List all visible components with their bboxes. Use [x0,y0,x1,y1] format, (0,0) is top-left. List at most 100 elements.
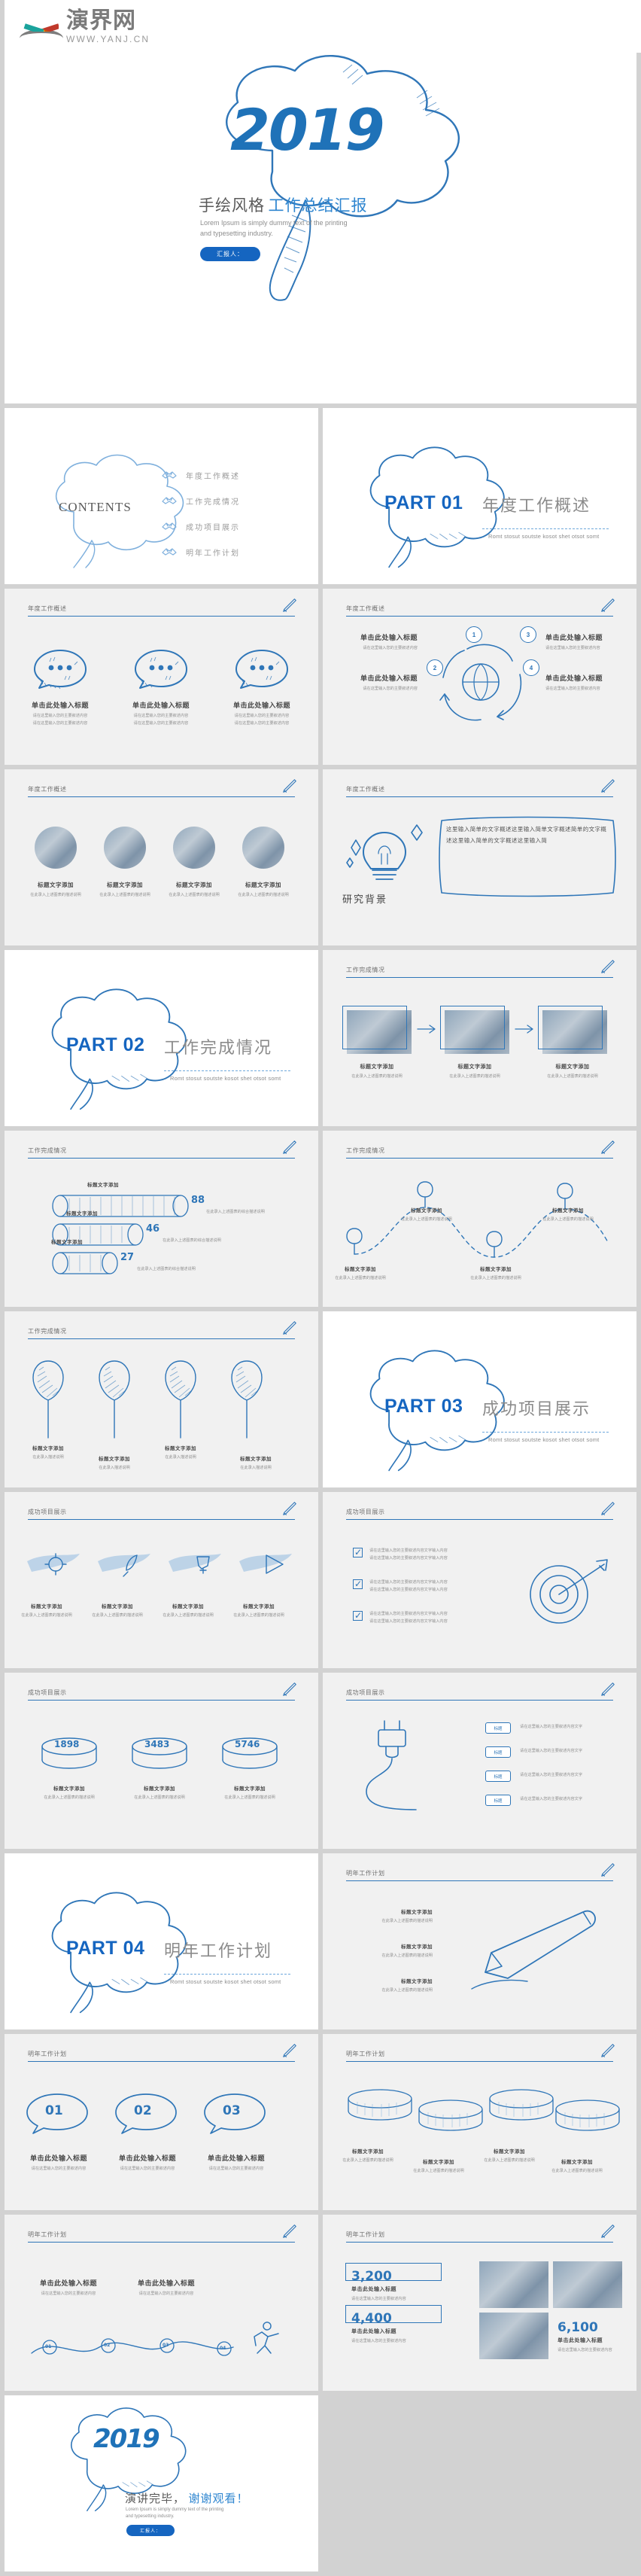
slide-part-04[interactable]: PART 04 明年工作计划 Romt stosut soutste kosot… [5,1853,318,2029]
block-line: 在此录入上述图表的描述说明 [470,1276,521,1280]
block-title: 标题文字添加 [401,1978,433,1984]
slide-cycle-diagram[interactable]: 年度工作概述 1 2 3 4 单击此处输入标题 请在这里输入您的主要叙述内容 单… [323,589,636,765]
slide-three-bubbles[interactable]: 年度工作概述 单击此处输入标题 请在这里输入您的主要叙述内容 请在这里输入您的主… [5,589,318,765]
slide-header-title: 明年工作计划 [28,2231,67,2238]
slide-header: 工作完成情况 [28,1321,296,1339]
plug-tag[interactable]: 标题 [485,1795,511,1806]
cycle-text-left: 单击此处输入标题 请在这里输入您的主要叙述内容 [335,632,418,653]
balloon-icon [165,1360,196,1439]
brush-strokes [27,1553,292,1577]
cycle-number: 4 [523,659,539,676]
slide-header: 成功项目展示 [28,1502,296,1520]
block-title: 标题文字添加 [172,1603,204,1609]
block-title: 单击此处输入标题 [360,635,418,642]
slide-research-background[interactable]: 年度工作概述 研究背景 这里输入简单的文字概述这里输入简单文字概述简单的文字概述… [323,769,636,945]
chart-value-label: 27 [120,1252,135,1263]
pencil-icon [283,1502,296,1515]
list-item[interactable]: 明年工作计划 [161,539,240,565]
slide-header: 工作完成情况 [28,1140,296,1159]
block-title: 单击此处输入标题 [118,2155,176,2163]
block-title: 单击此处输入标题 [557,2337,603,2343]
block-line: 在此录入上述图表的描述说明 [134,1795,185,1800]
plug-tag[interactable]: 标题 [485,1771,511,1782]
slide-header: 成功项目展示 [346,1502,615,1520]
slide-checklist[interactable]: 成功项目展示 请在这里输入您的主要叙述内容文字输入内容 请在这里输入您的主要叙述… [323,1492,636,1668]
part-title: 年度工作概述 [482,496,591,515]
block-line: 在此录入上述图表的描述说明 [381,1919,433,1923]
part-subtitle: Romt stosut soutste kosot shet otsot som… [488,533,600,540]
slide-header-title: 年度工作概述 [28,605,67,612]
slide-stats[interactable]: 成功项目展示 1898 3483 5746 标题文字添加 在此录入上述图表的描述… [5,1673,318,1849]
brush-caption: 标题文字添加 在此录入上述图表的描述说明 [156,1602,220,1620]
pencil-icon [601,1140,615,1154]
slide-header-title: 明年工作计划 [28,2051,67,2057]
block-title: 标题文字添加 [87,1182,119,1188]
checkbox-icon[interactable] [353,1610,363,1621]
slide-header-title: 成功项目展示 [346,1509,385,1515]
ending-presenter-button[interactable]: 汇报人： [126,2525,175,2536]
slide-big-pencil[interactable]: 明年工作计划 标题文字添加 在此录入上述图表的描述说明 标题文字添加 在此录入上… [323,1853,636,2029]
plug-tag[interactable]: 标题 [485,1746,511,1758]
stat-caption: 标题文字添加 在此录入上述图表的描述说明 [214,1784,286,1802]
line2: 请在这里输入您的主要叙述内容文字输入内容 [369,1618,448,1624]
block-title: 标题文字添加 [561,2159,593,2165]
block-line: 在此录入描述说明 [32,1455,64,1460]
big-pencil-icon [471,1910,596,1990]
slide-blank-placeholder [323,2395,636,2571]
part-label: PART 02 [66,1034,145,1055]
slide-photo-row[interactable]: 工作完成情况 标题文字添加 在此录入上述图表的描述说明 标题文字添加 在此录入上… [323,950,636,1126]
slide-cover[interactable]: 2019 手绘风格 工作总结汇报 Lorem Ipsum is simply d… [5,53,636,403]
slide-ending[interactable]: 2019 演讲完毕， 谢谢观看！ Lorem Ipsum is simply d… [5,2395,318,2571]
block-title: 标题文字添加 [245,882,281,888]
list-item[interactable]: 工作完成情况 [161,488,240,513]
slide-plug-diagram[interactable]: 成功项目展示 标题 标题 标题 标题 请在这里输入您的主要叙述内容文字 请在这里… [323,1673,636,1849]
slide-header-title: 工作完成情况 [28,1147,67,1154]
block-line: 请在这里输入您的主要叙述内容 [363,646,418,650]
photo-frame [538,1006,603,1049]
slide-big-numbers[interactable]: 明年工作计划 3,200 单击此处输入标题 请在这里输入您的主要叙述内容 4,4… [323,2215,636,2391]
slide-numbered-three[interactable]: 明年工作计划 01 02 03 单击此处输入标题 请在这里输入您的主要叙述内容 … [5,2034,318,2210]
slide-header-title: 成功项目展示 [346,1689,385,1696]
slide-balloons[interactable]: 工作完成情况 标题文字添加 在此录入描述说明 标题文字添加 在此录入描述说明 标… [5,1311,318,1487]
chart-category-label: 标题文字添加 [87,1180,119,1188]
slide-cylinders-four[interactable]: 明年工作计划 标题文字添加 在此录入上述图表的描述说明 标题文字添加 在此录入上… [323,2034,636,2210]
slide-part-01[interactable]: PART 01 年度工作概述 Romt stosut soutste kosot… [323,408,636,584]
step-number: 01 [45,2103,63,2118]
block-line: 在此录入描述说明 [165,1455,196,1460]
list-item[interactable]: 成功项目展示 [161,513,240,539]
cyl-caption: 标题文字添加 在此录入上述图表的描述说明 [336,2147,399,2165]
slide-brush-icons[interactable]: 成功项目展示 标题文字添加 在此录入上述图表的描述说明 标题文字添加 在此录入上… [5,1492,318,1668]
slide-route-map[interactable]: 工作完成情况 标题文字添加 在此录入上述图表的描述说明 标题文字添加 在此录入上… [323,1131,636,1307]
block-line: 在此录入上述图表的描述说明 [351,1074,403,1079]
route-stop: 标题文字添加 在此录入上述图表的描述说明 [461,1265,530,1283]
checkbox-icon[interactable] [353,1547,363,1557]
slide-part-03[interactable]: PART 03 成功项目展示 Romt stosut soutste kosot… [323,1311,636,1487]
cycle-text-right: 单击此处输入标题 请在这里输入您的主要叙述内容 [545,632,628,653]
cover-title: 手绘风格 工作总结汇报 [199,193,367,216]
block-line: 请在这里输入您的主要叙述内容 [363,687,418,691]
slide-part-02[interactable]: PART 02 工作完成情况 Romt stosut soutste kosot… [5,950,318,1126]
part-title: 明年工作计划 [164,1941,273,1960]
slide-bar-chart[interactable]: 工作完成情况 88 46 27 标题文字添加 标题文字添加 标题文字添加 在此录… [5,1131,318,1307]
map-pin-icon [346,1228,363,1255]
slide-contents[interactable]: CONTENTS 年度工作概述 工作完成情况 成功项目展示 明年工作计划 [5,408,318,584]
checkbox-icon[interactable] [353,1579,363,1589]
list-item[interactable]: 年度工作概述 [161,462,240,488]
slide-four-photos[interactable]: 年度工作概述 标题文字添加 在此录入上述图表的描述说明 标题文字添加 在此录入上… [5,769,318,945]
block-line1: 请在这里输入您的主要叙述内容 [32,714,88,718]
step-caption: 单击此处输入标题 请在这里输入您的主要叙述内容 [197,2153,275,2173]
ending-subtitle-line1: Lorem Ipsum is simply dummy text of the … [126,2507,224,2512]
block-line: 在此录入上述图表的描述说明 [238,893,289,897]
pencil-icon [601,779,615,793]
slide-header-title: 年度工作概述 [28,786,67,793]
cover-subtitle-line2: and typesetting industry. [200,229,273,237]
checklist-text: 请在这里输入您的主要叙述内容文字输入内容 请在这里输入您的主要叙述内容文字输入内… [369,1579,482,1594]
milestone-label: 01 [45,2344,52,2349]
slide-runner-timeline[interactable]: 明年工作计划 单击此处输入标题 请在这里输入您的主要叙述内容 单击此处输入标题 … [5,2215,318,2391]
block-line: 请在这里输入您的主要叙述内容 [138,2291,194,2296]
slide-header: 明年工作计划 [346,2224,615,2243]
part-divider [164,1070,290,1071]
block-line: 在此录入上述图表的描述说明 [44,1795,95,1800]
cover-presenter-button[interactable]: 汇报人： [200,247,260,261]
plug-tag[interactable]: 标题 [485,1722,511,1734]
